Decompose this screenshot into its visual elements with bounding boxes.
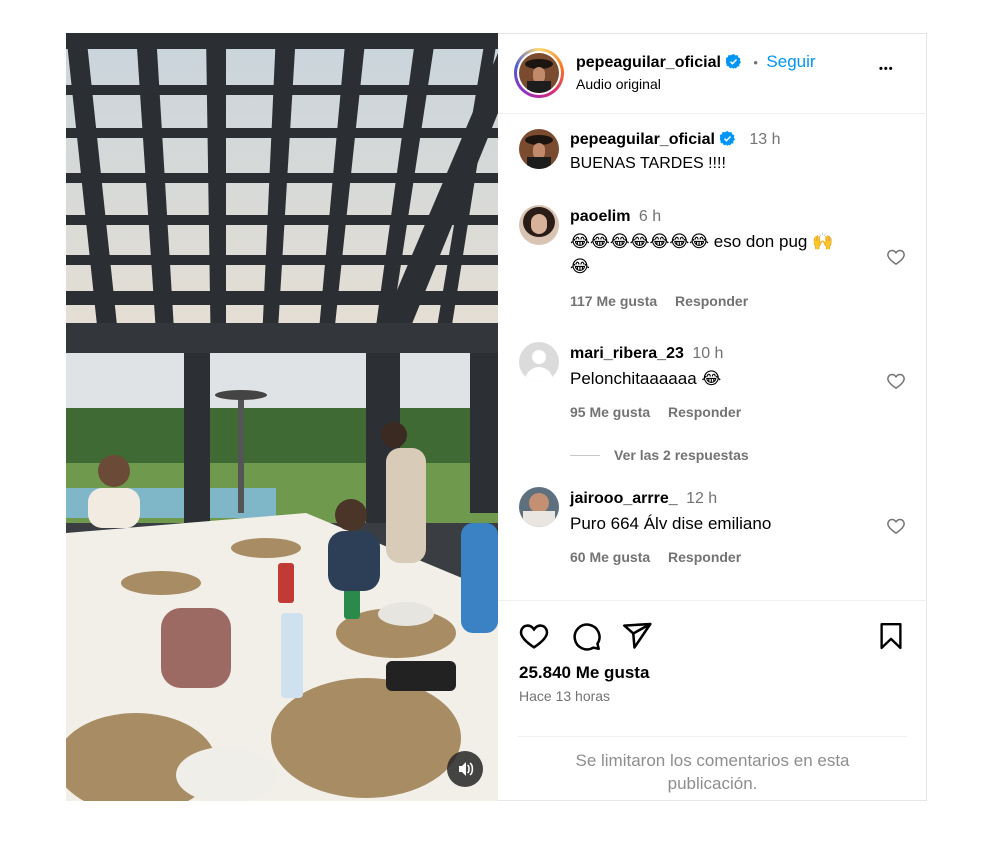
comment-icon[interactable]	[570, 620, 602, 652]
caption-avatar[interactable]	[519, 129, 559, 169]
reply-button[interactable]: Responder	[668, 549, 741, 565]
comment-avatar[interactable]	[519, 487, 559, 527]
mute-toggle-button[interactable]	[447, 751, 483, 787]
header-separator: •	[753, 55, 758, 70]
author-username[interactable]: pepeaguilar_oficial	[576, 54, 721, 71]
comments-limited-notice: Se limitaron los comentarios en esta pub…	[518, 749, 907, 795]
audio-label: Audio original	[576, 76, 661, 92]
comment-username[interactable]: paoelim	[570, 208, 630, 225]
view-replies-label: Ver las 2 respuestas	[614, 447, 749, 463]
share-icon[interactable]	[621, 620, 653, 652]
reply-button[interactable]: Responder	[675, 293, 748, 309]
comment-time: 10 h	[692, 345, 724, 362]
comment-username[interactable]: jairooo_arrre_	[570, 490, 678, 507]
verified-badge-icon	[719, 131, 735, 146]
comment-text: 😂😂😂😂😂😂😂 eso don pug 🙌	[570, 232, 834, 251]
more-options-icon[interactable]: •••	[879, 63, 894, 75]
caption: pepeaguilar_oficial 13 h BUENAS TARDES !…	[498, 114, 927, 194]
comment-username[interactable]: mari_ribera_23	[570, 345, 684, 362]
comment-text: Puro 664 Álv dise emiliano	[570, 514, 772, 533]
comment-like-heart-icon[interactable]	[886, 516, 906, 536]
caption-username[interactable]: pepeaguilar_oficial	[570, 131, 715, 148]
comment-text-continued: 😂	[570, 257, 590, 276]
comment-likes[interactable]: 117 Me gusta	[570, 293, 657, 309]
comments-list[interactable]: pepeaguilar_oficial 13 h BUENAS TARDES !…	[498, 114, 927, 600]
comment-item: paoelim 6 h 😂😂😂😂😂😂😂 eso don pug 🙌 😂 117 …	[498, 202, 927, 312]
post-video[interactable]	[66, 33, 498, 801]
caption-text: BUENAS TARDES !!!!	[570, 155, 726, 172]
post-actions: 25.840 Me gusta Hace 13 horas Se limitar…	[498, 600, 927, 802]
comment-item: mari_ribera_23 10 h Pelonchitaaaaaa 😂 95…	[498, 339, 927, 469]
comment-avatar-default[interactable]	[519, 342, 559, 382]
comment-item: jairooo_arrre_ 12 h Puro 664 Álv dise em…	[498, 484, 927, 584]
reply-button[interactable]: Responder	[668, 404, 741, 420]
comment-avatar[interactable]	[519, 205, 559, 245]
author-avatar	[519, 53, 559, 93]
speaker-icon	[459, 762, 474, 776]
comment-likes[interactable]: 60 Me gusta	[570, 549, 650, 565]
comment-text: Pelonchitaaaaaa 😂	[570, 369, 722, 388]
post-time: Hace 13 horas	[519, 688, 611, 704]
comment-like-heart-icon[interactable]	[886, 247, 906, 267]
view-replies-line	[570, 455, 600, 456]
bookmark-icon[interactable]	[876, 620, 906, 652]
comment-time: 6 h	[638, 208, 662, 225]
view-replies-button[interactable]: Ver las 2 respuestas	[570, 447, 749, 463]
likes-count[interactable]: 25.840 Me gusta	[519, 663, 649, 683]
comments-limited-line1: Se limitaron los comentarios en esta	[575, 751, 850, 770]
comment-likes[interactable]: 95 Me gusta	[570, 404, 650, 420]
post-sidebar: pepeaguilar_oficial • Seguir Audio origi…	[498, 33, 927, 801]
comment-like-heart-icon[interactable]	[886, 371, 906, 391]
comment-time: 12 h	[686, 490, 718, 507]
caption-time: 13 h	[749, 131, 781, 148]
follow-button[interactable]: Seguir	[766, 52, 815, 71]
author-avatar-ring[interactable]	[514, 48, 564, 98]
comments-limited-line2: publicación.	[667, 774, 758, 793]
footer-divider	[518, 736, 907, 737]
video-frame-illustration	[66, 33, 498, 801]
verified-badge-icon	[725, 54, 741, 69]
heart-icon[interactable]	[518, 620, 550, 652]
post-header: pepeaguilar_oficial • Seguir Audio origi…	[498, 33, 927, 114]
